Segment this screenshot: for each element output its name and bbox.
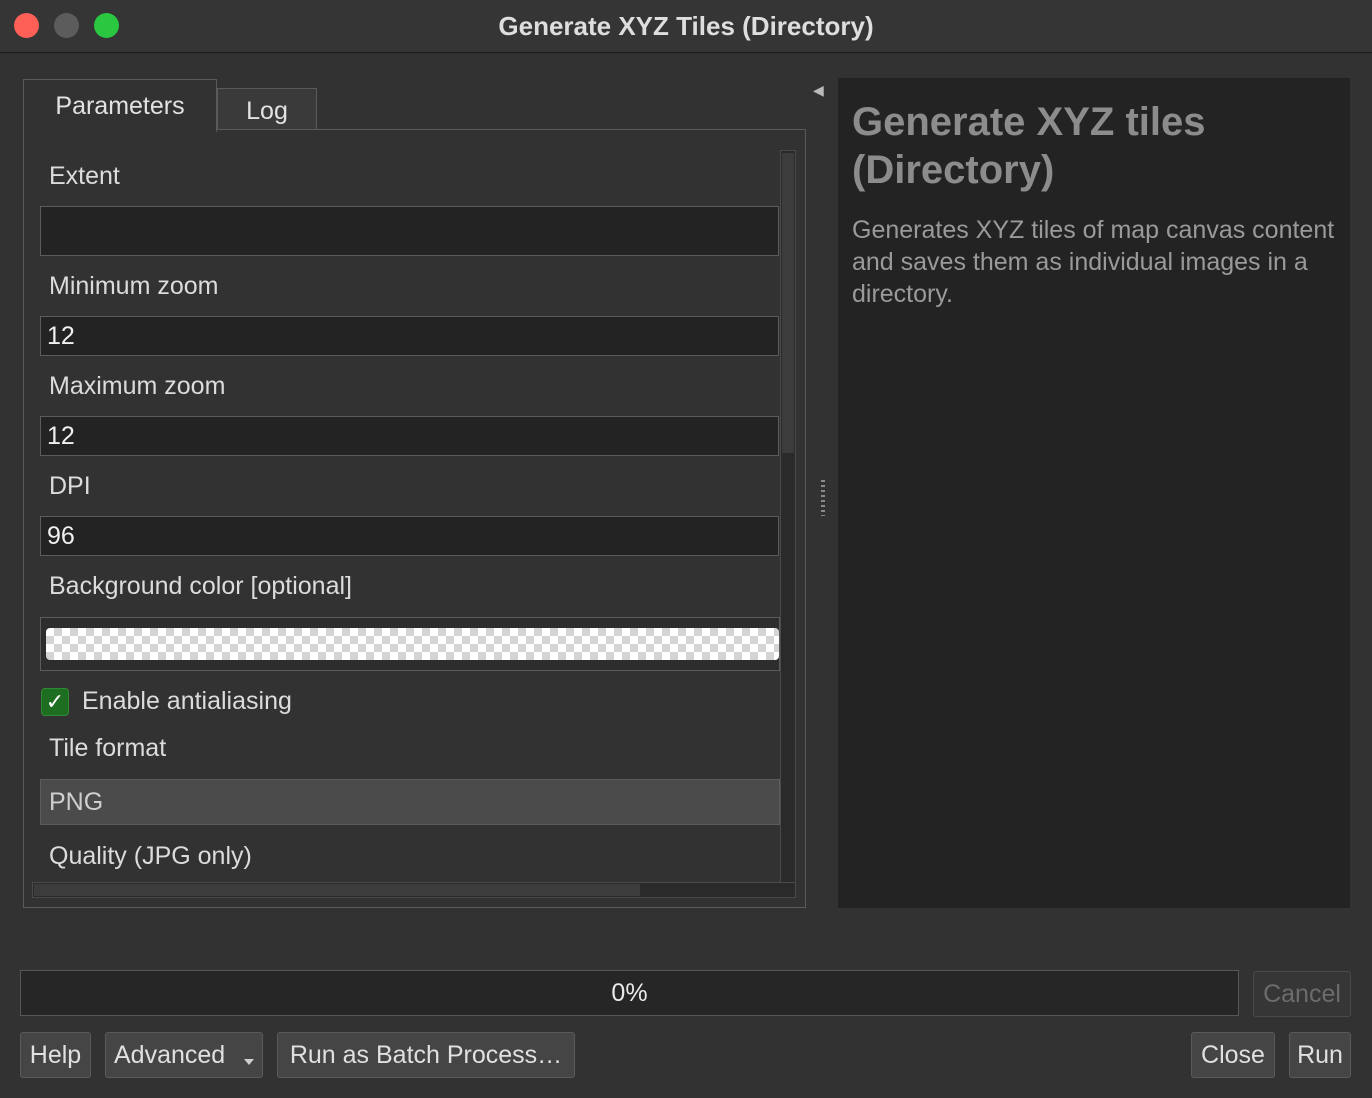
- help-button[interactable]: Help: [20, 1032, 91, 1078]
- advanced-button-label: Advanced: [114, 1041, 226, 1069]
- horizontal-scroll-thumb[interactable]: [34, 884, 640, 896]
- collapse-left-icon[interactable]: ◀: [813, 82, 824, 99]
- title-bar: Generate XYZ Tiles (Directory): [0, 0, 1372, 53]
- antialiasing-checkbox[interactable]: ✓: [41, 688, 69, 716]
- vertical-scrollbar[interactable]: [780, 150, 796, 896]
- antialiasing-label: Enable antialiasing: [82, 687, 292, 715]
- transparent-color-swatch: [46, 628, 779, 660]
- close-button[interactable]: Close: [1191, 1032, 1275, 1078]
- splitter-handle[interactable]: [821, 480, 825, 516]
- vertical-scroll-thumb[interactable]: [782, 153, 794, 453]
- background-color-button[interactable]: [40, 617, 780, 671]
- cancel-button[interactable]: Cancel: [1253, 971, 1351, 1017]
- dpi-label: DPI: [49, 472, 91, 500]
- run-batch-button[interactable]: Run as Batch Process…: [277, 1032, 575, 1078]
- min-zoom-field[interactable]: 12: [40, 316, 779, 356]
- progress-bar: 0%: [20, 970, 1239, 1016]
- horizontal-scrollbar[interactable]: [32, 882, 796, 898]
- run-button[interactable]: Run: [1289, 1032, 1351, 1078]
- chevron-down-icon: [244, 1059, 254, 1065]
- dpi-field[interactable]: 96: [40, 516, 779, 556]
- window-title: Generate XYZ Tiles (Directory): [498, 11, 874, 41]
- tile-format-label: Tile format: [49, 734, 167, 762]
- max-zoom-label: Maximum zoom: [49, 372, 226, 400]
- background-color-label: Background color [optional]: [49, 572, 352, 600]
- extent-label: Extent: [49, 162, 120, 190]
- help-pane: Generate XYZ tiles (Directory) Generates…: [838, 78, 1350, 908]
- extent-field[interactable]: [40, 206, 779, 256]
- tab-parameters[interactable]: Parameters: [23, 79, 217, 132]
- quality-label: Quality (JPG only): [49, 842, 252, 870]
- help-title: Generate XYZ tiles (Directory): [852, 100, 1206, 192]
- help-description: Generates XYZ tiles of map canvas conten…: [852, 216, 1335, 308]
- tab-log[interactable]: Log: [217, 88, 317, 129]
- advanced-button[interactable]: Advanced: [105, 1032, 263, 1078]
- max-zoom-field[interactable]: 12: [40, 416, 779, 456]
- checkmark-icon: ✓: [45, 689, 65, 714]
- tile-format-dropdown[interactable]: PNG: [40, 779, 780, 825]
- min-zoom-label: Minimum zoom: [49, 272, 219, 300]
